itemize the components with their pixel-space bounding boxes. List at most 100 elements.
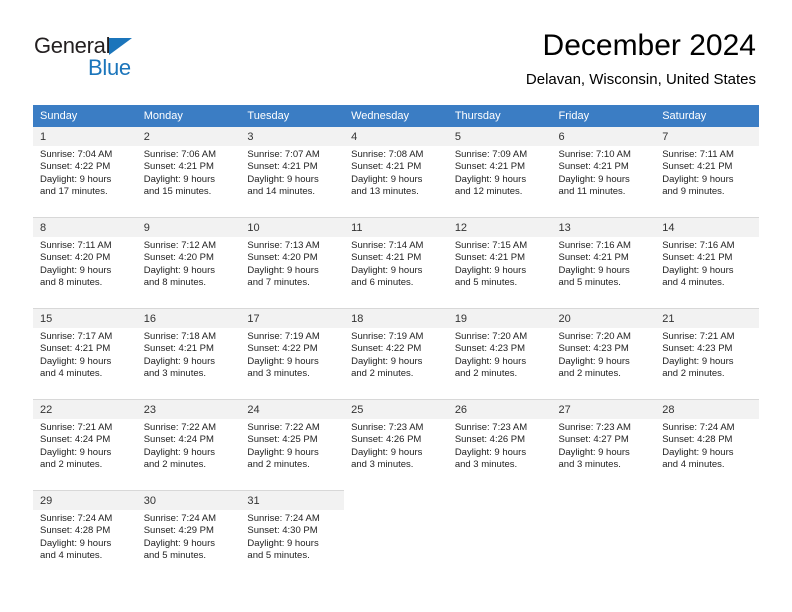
day-cell[interactable]: Sunrise: 7:18 AM Sunset: 4:21 PM Dayligh… — [136, 328, 241, 400]
day-number[interactable]: 16 — [136, 308, 241, 328]
day-cell[interactable]: Sunrise: 7:24 AM Sunset: 4:28 PM Dayligh… — [655, 419, 759, 491]
week-detail-row: Sunrise: 7:11 AM Sunset: 4:20 PM Dayligh… — [33, 237, 759, 309]
day-number[interactable]: 5 — [447, 127, 552, 146]
day-cell[interactable]: Sunrise: 7:19 AM Sunset: 4:22 PM Dayligh… — [344, 328, 448, 400]
daylight-text-line1: Daylight: 9 hours — [40, 537, 112, 549]
triangle-icon — [109, 38, 132, 55]
day-cell[interactable]: Sunrise: 7:13 AM Sunset: 4:20 PM Dayligh… — [240, 237, 345, 309]
sunrise-text: Sunrise: 7:24 AM — [662, 422, 735, 433]
day-number[interactable]: 21 — [655, 308, 759, 328]
sunset-text: Sunset: 4:23 PM — [662, 343, 733, 355]
page-header: General Blue December 2024 Delavan, Wisc… — [0, 0, 792, 100]
calendar-header-row: Sunday Monday Tuesday Wednesday Thursday… — [33, 105, 759, 127]
day-cell[interactable]: Sunrise: 7:17 AM Sunset: 4:21 PM Dayligh… — [33, 328, 137, 400]
daylight-text-line1: Daylight: 9 hours — [247, 537, 319, 549]
day-number[interactable]: 9 — [136, 217, 241, 237]
day-cell[interactable]: Sunrise: 7:22 AM Sunset: 4:24 PM Dayligh… — [136, 419, 241, 491]
day-cell[interactable]: Sunrise: 7:16 AM Sunset: 4:21 PM Dayligh… — [551, 237, 656, 309]
day-number[interactable]: 31 — [240, 490, 345, 510]
day-cell[interactable]: Sunrise: 7:20 AM Sunset: 4:23 PM Dayligh… — [447, 328, 552, 400]
day-number[interactable]: 1 — [33, 127, 137, 146]
day-cell[interactable]: Sunrise: 7:24 AM Sunset: 4:28 PM Dayligh… — [33, 510, 137, 581]
day-number[interactable]: 29 — [33, 490, 137, 510]
day-cell[interactable]: Sunrise: 7:20 AM Sunset: 4:23 PM Dayligh… — [551, 328, 656, 400]
day-cell[interactable]: Sunrise: 7:21 AM Sunset: 4:24 PM Dayligh… — [33, 419, 137, 491]
daylight-text-line2: and 4 minutes. — [662, 277, 725, 289]
day-number[interactable]: 4 — [344, 127, 448, 146]
day-cell[interactable]: Sunrise: 7:06 AM Sunset: 4:21 PM Dayligh… — [136, 146, 241, 218]
day-cell[interactable]: Sunrise: 7:23 AM Sunset: 4:26 PM Dayligh… — [344, 419, 448, 491]
day-cell[interactable]: Sunrise: 7:07 AM Sunset: 4:21 PM Dayligh… — [240, 146, 345, 218]
daylight-text-line1: Daylight: 9 hours — [247, 355, 319, 367]
day-number[interactable]: 15 — [33, 308, 137, 328]
day-cell[interactable]: Sunrise: 7:24 AM Sunset: 4:30 PM Dayligh… — [240, 510, 345, 581]
sunrise-text: Sunrise: 7:18 AM — [143, 331, 217, 342]
sunrise-text: Sunrise: 7:12 AM — [143, 240, 217, 251]
day-number[interactable]: 27 — [551, 399, 656, 419]
day-cell[interactable]: Sunrise: 7:10 AM Sunset: 4:21 PM Dayligh… — [551, 146, 656, 218]
daylight-text-line2: and 4 minutes. — [40, 368, 103, 380]
daylight-text-line2: and 14 minutes. — [247, 186, 316, 198]
sunset-text: Sunset: 4:21 PM — [247, 161, 318, 173]
sunrise-text: Sunrise: 7:24 AM — [143, 513, 217, 524]
day-number[interactable]: 10 — [240, 217, 345, 237]
day-number[interactable]: 22 — [33, 399, 137, 419]
day-cell-empty — [551, 510, 656, 581]
sunset-text: Sunset: 4:22 PM — [247, 343, 318, 355]
day-number[interactable]: 12 — [447, 217, 552, 237]
sunset-text: Sunset: 4:28 PM — [662, 434, 733, 446]
day-number[interactable]: 19 — [447, 308, 552, 328]
day-number[interactable]: 2 — [136, 127, 241, 146]
daylight-text-line1: Daylight: 9 hours — [662, 446, 734, 458]
day-cell[interactable]: Sunrise: 7:14 AM Sunset: 4:21 PM Dayligh… — [344, 237, 448, 309]
day-cell[interactable]: Sunrise: 7:11 AM Sunset: 4:21 PM Dayligh… — [655, 146, 759, 218]
brand-logo[interactable]: General Blue — [34, 33, 274, 85]
day-cell[interactable]: Sunrise: 7:15 AM Sunset: 4:21 PM Dayligh… — [447, 237, 552, 309]
day-number[interactable]: 14 — [655, 217, 759, 237]
sunrise-text: Sunrise: 7:24 AM — [40, 513, 113, 524]
day-number[interactable]: 25 — [344, 399, 448, 419]
day-number[interactable]: 17 — [240, 308, 345, 328]
day-cell[interactable]: Sunrise: 7:22 AM Sunset: 4:25 PM Dayligh… — [240, 419, 345, 491]
day-number[interactable]: 20 — [551, 308, 656, 328]
day-cell[interactable]: Sunrise: 7:04 AM Sunset: 4:22 PM Dayligh… — [33, 146, 137, 218]
week-detail-row: Sunrise: 7:04 AM Sunset: 4:22 PM Dayligh… — [33, 146, 759, 218]
day-cell[interactable]: Sunrise: 7:12 AM Sunset: 4:20 PM Dayligh… — [136, 237, 241, 309]
sunset-text: Sunset: 4:21 PM — [40, 343, 111, 355]
sunrise-text: Sunrise: 7:24 AM — [247, 513, 320, 524]
day-number[interactable]: 13 — [551, 217, 656, 237]
sunset-text: Sunset: 4:21 PM — [454, 161, 526, 173]
daylight-text-line2: and 2 minutes. — [247, 459, 310, 471]
day-number-empty — [447, 490, 552, 510]
daylight-text-line1: Daylight: 9 hours — [247, 173, 319, 185]
day-number[interactable]: 30 — [136, 490, 241, 510]
day-number[interactable]: 28 — [655, 399, 759, 419]
sunrise-text: Sunrise: 7:10 AM — [558, 149, 631, 160]
day-cell[interactable]: Sunrise: 7:21 AM Sunset: 4:23 PM Dayligh… — [655, 328, 759, 400]
sunrise-text: Sunrise: 7:19 AM — [351, 331, 424, 342]
sunrise-text: Sunrise: 7:22 AM — [143, 422, 217, 433]
sunset-text: Sunset: 4:21 PM — [662, 252, 733, 264]
day-cell[interactable]: Sunrise: 7:19 AM Sunset: 4:22 PM Dayligh… — [240, 328, 345, 400]
day-cell[interactable]: Sunrise: 7:09 AM Sunset: 4:21 PM Dayligh… — [447, 146, 552, 218]
sunset-text: Sunset: 4:23 PM — [558, 343, 629, 355]
day-number[interactable]: 11 — [344, 217, 448, 237]
day-number[interactable]: 24 — [240, 399, 345, 419]
day-cell[interactable]: Sunrise: 7:24 AM Sunset: 4:29 PM Dayligh… — [136, 510, 241, 581]
day-cell[interactable]: Sunrise: 7:16 AM Sunset: 4:21 PM Dayligh… — [655, 237, 759, 309]
day-number[interactable]: 18 — [344, 308, 448, 328]
day-number[interactable]: 3 — [240, 127, 345, 146]
day-cell[interactable]: Sunrise: 7:23 AM Sunset: 4:26 PM Dayligh… — [447, 419, 552, 491]
day-cell[interactable]: Sunrise: 7:08 AM Sunset: 4:21 PM Dayligh… — [344, 146, 448, 218]
daylight-text-line2: and 3 minutes. — [454, 459, 518, 471]
page-subtitle: Delavan, Wisconsin, United States — [525, 71, 756, 88]
sunset-text: Sunset: 4:22 PM — [40, 161, 111, 173]
weekday-header-wednesday: Wednesday — [344, 105, 448, 127]
day-number[interactable]: 8 — [33, 217, 137, 237]
day-number[interactable]: 6 — [551, 127, 656, 146]
day-number[interactable]: 26 — [447, 399, 552, 419]
day-number[interactable]: 7 — [655, 127, 759, 146]
day-cell[interactable]: Sunrise: 7:11 AM Sunset: 4:20 PM Dayligh… — [33, 237, 137, 309]
day-cell[interactable]: Sunrise: 7:23 AM Sunset: 4:27 PM Dayligh… — [551, 419, 656, 491]
day-number[interactable]: 23 — [136, 399, 241, 419]
